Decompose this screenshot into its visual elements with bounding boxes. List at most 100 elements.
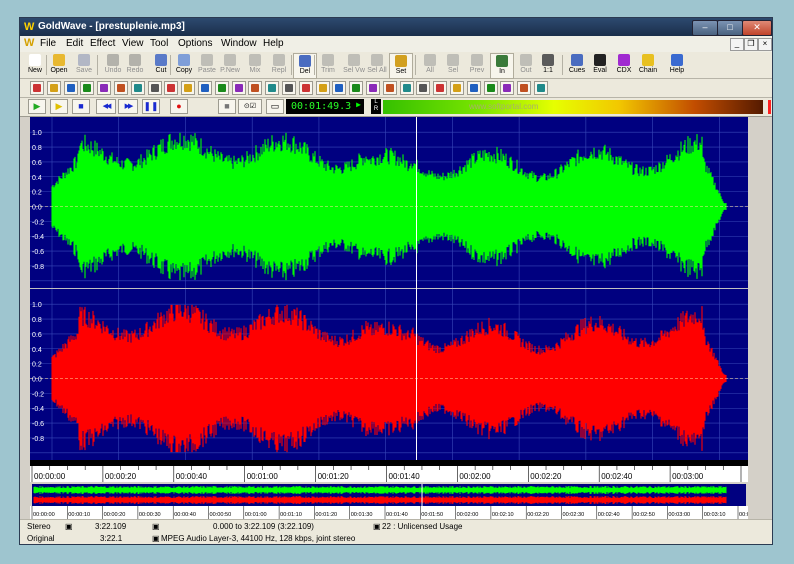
maximize-button[interactable]: □: [717, 20, 743, 36]
effect-button-9[interactable]: [164, 81, 179, 95]
status-license: 22 : Unlicensed Usage: [382, 522, 463, 531]
menu-view[interactable]: View: [122, 38, 144, 49]
paste-button[interactable]: Paste: [196, 53, 218, 77]
set-button[interactable]: Set: [389, 53, 413, 79]
redo-button[interactable]: Redo: [124, 53, 146, 77]
effect-button-10[interactable]: [181, 81, 196, 95]
effect-button-12[interactable]: [214, 81, 229, 95]
mix-button[interactable]: Mix: [244, 53, 266, 77]
menu-tool[interactable]: Tool: [150, 38, 168, 49]
selvw-button[interactable]: Sel Vw: [343, 53, 365, 77]
sel-button[interactable]: Sel: [442, 53, 464, 77]
stop-button[interactable]: ■: [72, 99, 90, 114]
effect-button-14[interactable]: [248, 81, 263, 95]
effect-button-13[interactable]: [231, 81, 246, 95]
effect-button-6[interactable]: [114, 81, 128, 95]
cut-button[interactable]: Cut: [150, 53, 172, 77]
selall-button[interactable]: Sel All: [366, 53, 388, 77]
effect-button-2[interactable]: [46, 81, 61, 95]
effect-button-20[interactable]: [349, 81, 364, 95]
repl-button[interactable]: Repl: [268, 53, 290, 77]
effect-button-16[interactable]: [282, 81, 296, 95]
effect-button-17[interactable]: [298, 81, 313, 95]
effect-button-25[interactable]: [433, 81, 448, 95]
effect-button-27[interactable]: [466, 81, 481, 95]
record-button[interactable]: ●: [170, 99, 188, 114]
menu-edit[interactable]: Edit: [66, 38, 83, 49]
minimize-button[interactable]: –: [692, 20, 718, 36]
effect-button-15[interactable]: [265, 81, 280, 95]
close-button[interactable]: ✕: [742, 20, 772, 36]
right-axis-label: -0.8: [32, 436, 44, 443]
chain-button[interactable]: Chain: [637, 53, 659, 77]
mdi-minimize-button[interactable]: _: [730, 38, 744, 51]
effect-16-icon: [285, 84, 293, 92]
menu-file[interactable]: File: [40, 38, 56, 49]
effect-button-3[interactable]: [63, 81, 78, 95]
effect-button-31[interactable]: [534, 81, 548, 95]
prev-button[interactable]: Prev: [466, 53, 488, 77]
pnew-button[interactable]: P.New: [219, 53, 241, 77]
waveform-view[interactable]: 1.0 0.8 0.6 0.4 0.2 0.0 -0.2 -0.4 -0.6 -0.8 1.0 0.8…: [30, 117, 748, 460]
help-button[interactable]: Help: [666, 53, 688, 77]
fast-forward-button[interactable]: ▶▶: [118, 99, 138, 114]
overview-label: 00:01:30: [351, 512, 373, 518]
pause-button[interactable]: ❚❚: [142, 99, 160, 114]
ratio-button[interactable]: 1:1: [537, 53, 559, 77]
play-selection-button[interactable]: ▶: [50, 99, 68, 114]
mdi-restore-button[interactable]: ❐: [744, 38, 758, 51]
effect-button-5[interactable]: [97, 81, 112, 95]
effect-button-26[interactable]: [450, 81, 464, 95]
effect-button-22[interactable]: [382, 81, 397, 95]
window-toggle-button[interactable]: ▭: [266, 99, 284, 114]
effect-button-21[interactable]: [366, 81, 380, 95]
effect-20-icon: [352, 84, 361, 92]
save-button[interactable]: Save: [73, 53, 95, 77]
undo-button[interactable]: Undo: [102, 53, 124, 77]
effect-button-11[interactable]: [198, 81, 212, 95]
open-button[interactable]: Open: [48, 53, 70, 77]
stop-record-button[interactable]: ■: [218, 99, 236, 114]
play-button[interactable]: ▶: [28, 99, 46, 114]
new-button[interactable]: New: [24, 53, 46, 77]
effect-button-4[interactable]: [80, 81, 95, 95]
status-icon-3: ▣: [373, 522, 381, 531]
effect-button-28[interactable]: [483, 81, 498, 95]
out-button[interactable]: Out: [515, 53, 537, 77]
menu-help[interactable]: Help: [263, 38, 284, 49]
rewind-button[interactable]: ◀◀: [96, 99, 116, 114]
effect-button-24[interactable]: [416, 81, 431, 95]
status-mode: Original: [27, 534, 55, 543]
overview-label: 00:00:20: [104, 512, 126, 518]
effect-button-23[interactable]: [399, 81, 414, 95]
eval-button[interactable]: Eval: [589, 53, 611, 77]
cues-button[interactable]: Cues: [566, 53, 588, 77]
ruler-label: 00:01:00: [247, 472, 279, 481]
prev-label: Prev: [469, 67, 485, 74]
cut-icon: [155, 54, 167, 66]
effect-button-1[interactable]: [30, 81, 44, 95]
all-button[interactable]: All: [419, 53, 441, 77]
overview-label: 00:00:00: [33, 512, 55, 518]
menu-window[interactable]: Window: [221, 38, 257, 49]
menu-effect[interactable]: Effect: [90, 38, 115, 49]
effect-button-7[interactable]: [130, 81, 145, 95]
menu-options[interactable]: Options: [178, 38, 212, 49]
effect-button-8[interactable]: [147, 81, 162, 95]
timeline-ruler[interactable]: 00:00:00 00:00:20 00:00:40 00:01:00 00:01:20…: [30, 460, 748, 482]
trim-button[interactable]: Trim: [317, 53, 339, 77]
effect-button-30[interactable]: [517, 81, 532, 95]
ruler-label: 00:02:20: [530, 472, 562, 481]
copy-button[interactable]: Copy: [173, 53, 195, 77]
trim-icon: [322, 54, 334, 66]
left-axis-label: 0.8: [32, 145, 42, 152]
monitor-button[interactable]: ⊙☑: [238, 99, 262, 114]
cdx-button[interactable]: CDX: [613, 53, 635, 77]
effect-button-18[interactable]: [315, 81, 330, 95]
effect-button-19[interactable]: [332, 81, 347, 95]
overview-waveform[interactable]: 00:00:00 00:00:10 00:00:20 00:00:30 00:00:40…: [30, 482, 748, 519]
effect-button-29[interactable]: [500, 81, 515, 95]
mdi-close-button[interactable]: ×: [758, 38, 772, 51]
in-button[interactable]: In: [490, 53, 514, 79]
overview-label: 00:00:40: [174, 512, 196, 518]
